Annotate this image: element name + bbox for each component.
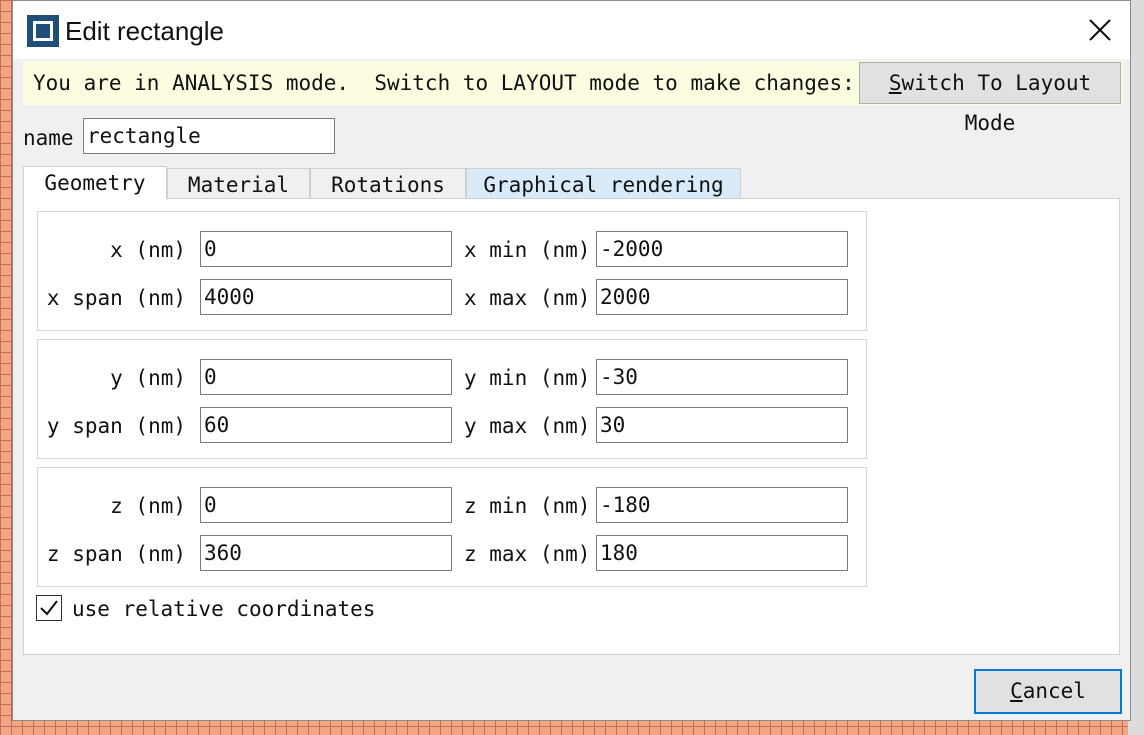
tab-geometry[interactable]: Geometry: [23, 166, 167, 200]
z-group: z (nm) z min (nm) z span (nm) z max (nm): [37, 467, 867, 587]
x-min-label: x min (nm): [464, 238, 591, 262]
y-span-label: y span (nm): [46, 414, 186, 438]
app-icon: [27, 15, 59, 47]
x-max-input[interactable]: [596, 279, 848, 315]
mode-banner-text: You are in ANALYSIS mode. Switch to LAYO…: [33, 71, 855, 95]
y-center-label: y (nm): [110, 366, 186, 390]
y-max-label: y max (nm): [464, 414, 591, 438]
cancel-button[interactable]: Cancel: [974, 669, 1122, 714]
x-span-label: x span (nm): [46, 286, 186, 310]
switch-button-label: witch To Layout Mode: [901, 71, 1092, 135]
cancel-button-label: ancel: [1022, 679, 1086, 703]
window-title: Edit rectangle: [65, 16, 224, 46]
name-label: name: [23, 126, 74, 150]
z-max-input[interactable]: [596, 535, 848, 571]
x-min-input[interactable]: [596, 231, 848, 267]
x-center-input[interactable]: [200, 231, 452, 267]
tab-graphical-rendering[interactable]: Graphical rendering: [466, 168, 741, 200]
tab-material[interactable]: Material: [167, 168, 310, 200]
mode-banner: You are in ANALYSIS mode. Switch to LAYO…: [23, 61, 1123, 135]
y-span-input[interactable]: [200, 407, 452, 443]
y-max-input[interactable]: [596, 407, 848, 443]
switch-button-mnemonic: S: [888, 71, 902, 95]
y-min-label: y min (nm): [464, 366, 591, 390]
checkmark-icon: [40, 600, 58, 616]
tab-rotations[interactable]: Rotations: [310, 168, 466, 200]
x-center-label: x (nm): [110, 238, 186, 262]
relative-coordinates-checkbox[interactable]: [36, 595, 62, 621]
y-group: y (nm) y min (nm) y span (nm) y max (nm): [37, 339, 867, 459]
z-max-label: z max (nm): [464, 542, 591, 566]
edit-rectangle-dialog: Edit rectangle You are in ANALYSIS mode.…: [12, 0, 1131, 721]
name-input[interactable]: [83, 118, 335, 154]
z-center-label: z (nm): [110, 494, 186, 518]
close-button[interactable]: [1076, 9, 1124, 51]
x-group: x (nm) x min (nm) x span (nm) x max (nm): [37, 211, 867, 331]
switch-to-layout-button[interactable]: Switch To Layout Mode: [859, 62, 1121, 135]
geometry-panel: x (nm) x min (nm) x span (nm) x max (nm)…: [23, 198, 1120, 655]
z-center-input[interactable]: [200, 487, 452, 523]
z-span-label: z span (nm): [46, 542, 186, 566]
z-min-input[interactable]: [596, 487, 848, 523]
y-center-input[interactable]: [200, 359, 452, 395]
close-icon: [1089, 19, 1111, 41]
cancel-button-mnemonic: C: [1010, 679, 1023, 703]
z-min-label: z min (nm): [464, 494, 591, 518]
title-bar[interactable]: Edit rectangle: [13, 1, 1130, 59]
x-span-input[interactable]: [200, 279, 452, 315]
y-min-input[interactable]: [596, 359, 848, 395]
x-max-label: x max (nm): [464, 286, 591, 310]
z-span-input[interactable]: [200, 535, 452, 571]
relative-coordinates-label: use relative coordinates: [72, 597, 376, 621]
tab-bar: Geometry Material Rotations Graphical re…: [23, 166, 763, 200]
